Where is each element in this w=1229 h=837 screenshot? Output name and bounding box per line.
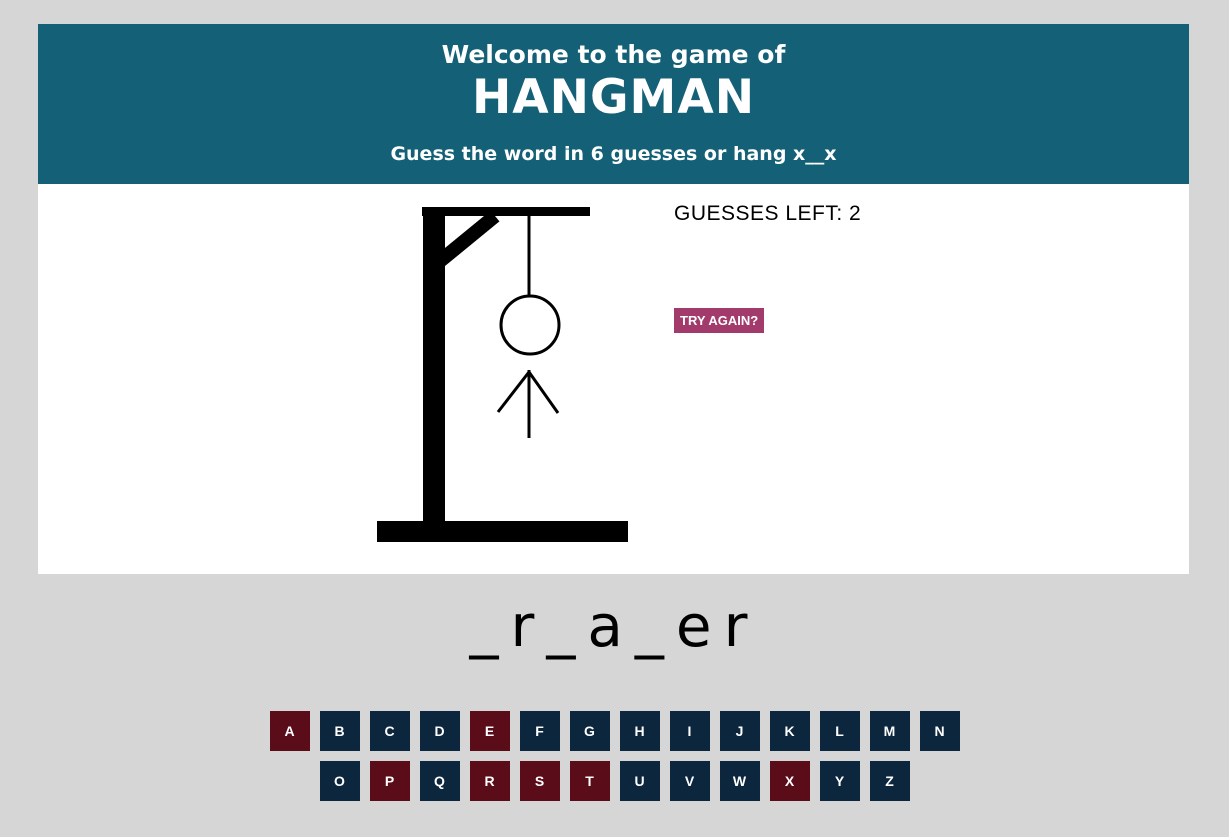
letter-key-p[interactable]: P [369, 761, 410, 801]
letter-key-q[interactable]: Q [419, 761, 460, 801]
game-title: HANGMAN [471, 70, 756, 125]
gallows-beam [422, 207, 590, 216]
letter-key-l[interactable]: L [819, 711, 860, 751]
letter-key-h[interactable]: H [619, 711, 660, 751]
letter-key-x[interactable]: X [769, 761, 810, 801]
letter-key-f[interactable]: F [519, 711, 560, 751]
game-subtitle: Guess the word in 6 guesses or hang x__x [390, 143, 837, 165]
letter-key-d[interactable]: D [419, 711, 460, 751]
letter-key-z[interactable]: Z [869, 761, 910, 801]
letter-key-o[interactable]: O [319, 761, 360, 801]
hangman-right-leg [527, 371, 560, 414]
guesses-left-counter: GUESSES LEFT: 2 [674, 202, 862, 225]
letter-key-y[interactable]: Y [819, 761, 860, 801]
letter-key-k[interactable]: K [769, 711, 810, 751]
letter-key-a[interactable]: A [269, 711, 310, 751]
letter-key-n[interactable]: N [919, 711, 960, 751]
letter-key-g[interactable]: G [569, 711, 610, 751]
gallows-structure [377, 207, 628, 542]
try-again-button[interactable]: TRY AGAIN? [674, 308, 765, 333]
hangman-left-leg [496, 371, 531, 413]
letter-key-r[interactable]: R [469, 761, 510, 801]
gallows-base [377, 521, 628, 542]
game-stage: GUESSES LEFT: 2 TRY AGAIN? [38, 184, 1189, 574]
letter-key-s[interactable]: S [519, 761, 560, 801]
hangman-drawing [377, 207, 628, 542]
hangman-head [499, 294, 561, 356]
letter-key-w[interactable]: W [719, 761, 760, 801]
keyboard-row-2: OPQRSTUVWXYZ [0, 761, 1229, 801]
word-display: _r_a_er [469, 592, 760, 660]
keyboard-row-1: ABCDEFGHIJKLMN [0, 711, 1229, 751]
welcome-text: Welcome to the game of [441, 40, 786, 69]
letter-key-u[interactable]: U [619, 761, 660, 801]
letter-key-m[interactable]: M [869, 711, 910, 751]
letter-key-t[interactable]: T [569, 761, 610, 801]
hangman-figure [496, 294, 561, 438]
letter-key-i[interactable]: I [669, 711, 710, 751]
letter-key-b[interactable]: B [319, 711, 360, 751]
letter-key-v[interactable]: V [669, 761, 710, 801]
letter-key-j[interactable]: J [719, 711, 760, 751]
letter-key-c[interactable]: C [369, 711, 410, 751]
header-banner: Welcome to the game of HANGMAN Guess the… [38, 24, 1189, 184]
letter-key-e[interactable]: E [469, 711, 510, 751]
